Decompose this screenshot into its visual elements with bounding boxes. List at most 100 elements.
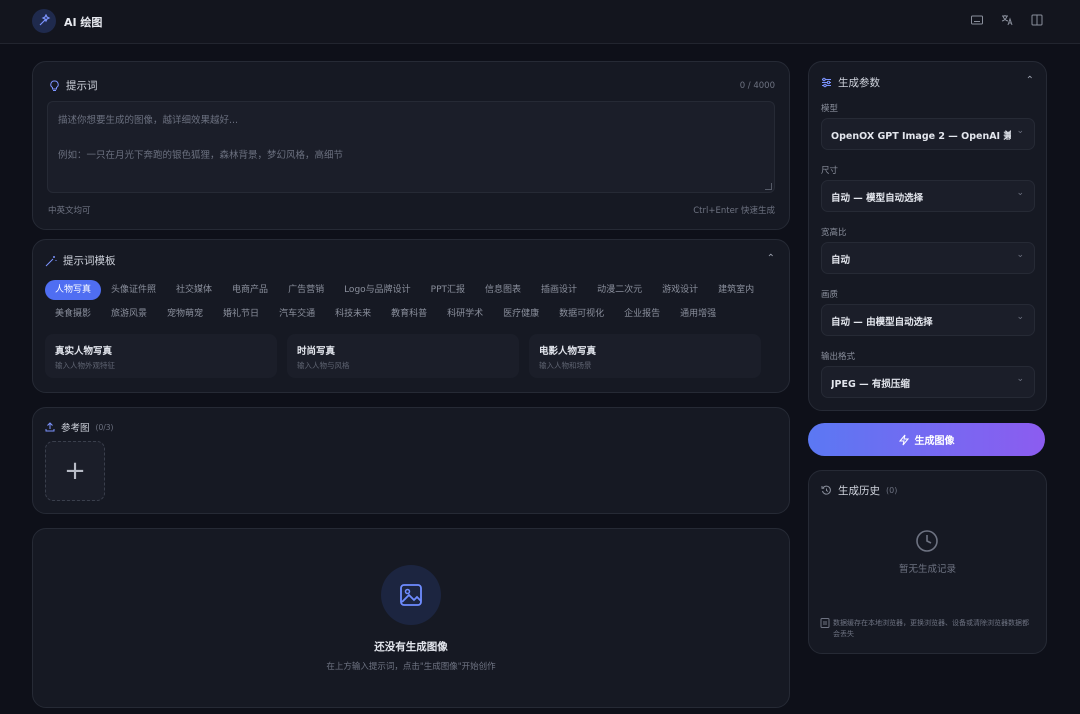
sliders-icon <box>822 77 831 88</box>
params-title: 生成参数 <box>838 77 880 89</box>
result-panel: 还没有生成图像 在上方输入提示词，点击"生成图像"开始创作 <box>32 528 790 708</box>
tag-item[interactable]: 通用增强 <box>670 304 726 324</box>
tag-item[interactable]: 旅游风景 <box>101 304 157 324</box>
tag-item[interactable]: 数据可视化 <box>549 304 614 324</box>
tag-row-1: 人物写真 头像证件照 社交媒体 电商产品 广告营销 Logo与品牌设计 PPT汇… <box>45 280 764 300</box>
template-card-title: 时尚写真 <box>297 346 336 357</box>
generate-button[interactable]: 生成图像 <box>808 423 1045 456</box>
aspect-select[interactable]: 自动 ⌄ <box>821 242 1035 274</box>
generate-label: 生成图像 <box>914 436 955 447</box>
params-header: 生成参数 <box>821 75 880 90</box>
magic-wand-icon <box>45 255 57 266</box>
app-title: AI 绘图 <box>64 16 103 29</box>
history-panel: 生成历史 (0) 暂无生成记录 数据缓存在本地浏览器，更换浏览器、设备或清除浏览… <box>808 470 1047 654</box>
top-bar: AI 绘图 <box>0 0 1080 44</box>
tag-item[interactable]: 科研学术 <box>437 304 493 324</box>
tag-item[interactable]: 头像证件照 <box>101 280 166 300</box>
model-value: OpenOX GPT Image 2 — OpenAI 兼容 <box>831 131 1011 142</box>
lightning-icon <box>898 434 909 445</box>
upload-icon <box>45 422 55 432</box>
app-logo-icon <box>32 9 56 33</box>
prompt-input[interactable]: 描述你想要生成的图像，越详细效果越好... 例如：一只在月光下奔跑的银色狐狸，森… <box>47 101 775 193</box>
history-note: 数据缓存在本地浏览器，更换浏览器、设备或清除浏览器数据都会丢失 <box>833 619 1029 638</box>
empty-result-subtitle: 在上方输入提示词，点击"生成图像"开始创作 <box>326 662 496 672</box>
prompt-title: 提示词 <box>66 80 98 92</box>
tag-item[interactable]: 宠物萌宠 <box>157 304 213 324</box>
format-select[interactable]: JPEG — 有损压缩 ⌄ <box>821 366 1035 398</box>
chevron-down-icon: ⌄ <box>1016 312 1024 322</box>
layout-icon[interactable] <box>1030 13 1044 27</box>
char-counter: 0 / 4000 <box>739 81 775 91</box>
quality-label: 画质 <box>821 290 839 300</box>
template-card[interactable]: 真实人物写真 输入人物外观特征 <box>45 334 277 378</box>
resize-handle[interactable] <box>765 183 772 190</box>
template-card-title: 真实人物写真 <box>55 346 113 357</box>
tag-item[interactable]: 科技未来 <box>325 304 381 324</box>
size-label: 尺寸 <box>821 166 839 176</box>
format-label: 输出格式 <box>821 352 856 362</box>
tag-item[interactable]: 社交媒体 <box>166 280 222 300</box>
tag-row-2: 美食摄影 旅游风景 宠物萌宠 婚礼节日 汽车交通 科技未来 教育科普 科研学术 … <box>45 304 726 324</box>
template-panel: 提示词模板 ⌃ 人物写真 头像证件照 社交媒体 电商产品 广告营销 Logo与品… <box>32 239 790 393</box>
quality-select[interactable]: 自动 — 由模型自动选择 ⌄ <box>821 304 1035 336</box>
aspect-value: 自动 <box>831 255 851 266</box>
reference-header: 参考图 (0/3) <box>45 420 113 434</box>
prompt-panel: 提示词 0 / 4000 描述你想要生成的图像，越详细效果越好... 例如：一只… <box>32 61 790 230</box>
template-card[interactable]: 时尚写真 输入人物与风格 <box>287 334 519 378</box>
reference-count: (0/3) <box>95 422 114 432</box>
tag-item[interactable]: Logo与品牌设计 <box>334 280 421 300</box>
collapse-params-icon[interactable]: ⌃ <box>1026 75 1034 86</box>
model-select[interactable]: OpenOX GPT Image 2 — OpenAI 兼容 ⌄ <box>821 118 1035 150</box>
history-count: (0) <box>886 486 898 495</box>
template-cards: 真实人物写真 输入人物外观特征 时尚写真 输入人物与风格 电影人物写真 输入人物… <box>45 334 761 378</box>
tag-item[interactable]: 美食摄影 <box>45 304 101 324</box>
tag-item[interactable]: 广告营销 <box>278 280 334 300</box>
quality-value: 自动 — 由模型自动选择 <box>831 317 933 328</box>
tag-item[interactable]: 信息图表 <box>475 280 531 300</box>
tag-item[interactable]: 汽车交通 <box>269 304 325 324</box>
add-reference-button[interactable]: + <box>45 441 105 501</box>
info-doc-icon <box>820 618 830 628</box>
prompt-placeholder-line2: 例如：一只在月光下奔跑的银色狐狸，森林背景，梦幻风格，高细节 <box>58 150 344 161</box>
tag-item[interactable]: 动漫二次元 <box>587 280 652 300</box>
template-title: 提示词模板 <box>63 255 116 267</box>
prompt-header: 提示词 <box>49 78 98 93</box>
tag-item[interactable]: 电商产品 <box>222 280 278 300</box>
shortcut-hint: Ctrl+Enter 快速生成 <box>693 206 775 216</box>
language-hint: 中英文均可 <box>48 206 91 216</box>
image-icon <box>381 565 441 625</box>
tag-item[interactable]: 婚礼节日 <box>213 304 269 324</box>
format-value: JPEG — 有损压缩 <box>831 379 910 390</box>
tag-item[interactable]: 插画设计 <box>531 280 587 300</box>
reference-title: 参考图 <box>61 423 90 434</box>
tag-item[interactable]: PPT汇报 <box>421 280 475 300</box>
tag-item[interactable]: 建筑室内 <box>708 280 764 300</box>
chevron-down-icon: ⌄ <box>1016 250 1024 260</box>
collapse-templates-icon[interactable]: ⌃ <box>767 253 775 264</box>
aspect-label: 宽高比 <box>821 228 847 238</box>
chevron-down-icon: ⌄ <box>1016 188 1024 198</box>
translate-icon[interactable] <box>1000 13 1014 27</box>
empty-result-title: 还没有生成图像 <box>374 641 448 653</box>
prompt-placeholder-line1: 描述你想要生成的图像，越详细效果越好... <box>58 115 239 126</box>
template-card-sub: 输入人物与风格 <box>297 361 350 370</box>
reference-panel: 参考图 (0/3) + <box>32 407 790 514</box>
history-icon <box>821 485 831 495</box>
model-label: 模型 <box>821 104 839 114</box>
size-value: 自动 — 模型自动选择 <box>831 193 924 204</box>
tag-item[interactable]: 医疗健康 <box>493 304 549 324</box>
tag-item[interactable]: 游戏设计 <box>652 280 708 300</box>
tag-item[interactable]: 人物写真 <box>45 280 102 300</box>
history-empty-text: 暂无生成记录 <box>898 564 956 575</box>
history-title: 生成历史 <box>838 485 880 497</box>
tag-item[interactable]: 企业报告 <box>614 304 670 324</box>
template-card-sub: 输入人物和场景 <box>539 361 592 370</box>
template-header: 提示词模板 <box>45 253 116 268</box>
tag-item[interactable]: 教育科普 <box>381 304 437 324</box>
template-card[interactable]: 电影人物写真 输入人物和场景 <box>529 334 761 378</box>
keyboard-icon[interactable] <box>970 13 984 27</box>
template-card-sub: 输入人物外观特征 <box>55 361 115 370</box>
clock-icon <box>916 530 938 552</box>
template-card-title: 电影人物写真 <box>539 346 597 357</box>
size-select[interactable]: 自动 — 模型自动选择 ⌄ <box>821 180 1035 212</box>
